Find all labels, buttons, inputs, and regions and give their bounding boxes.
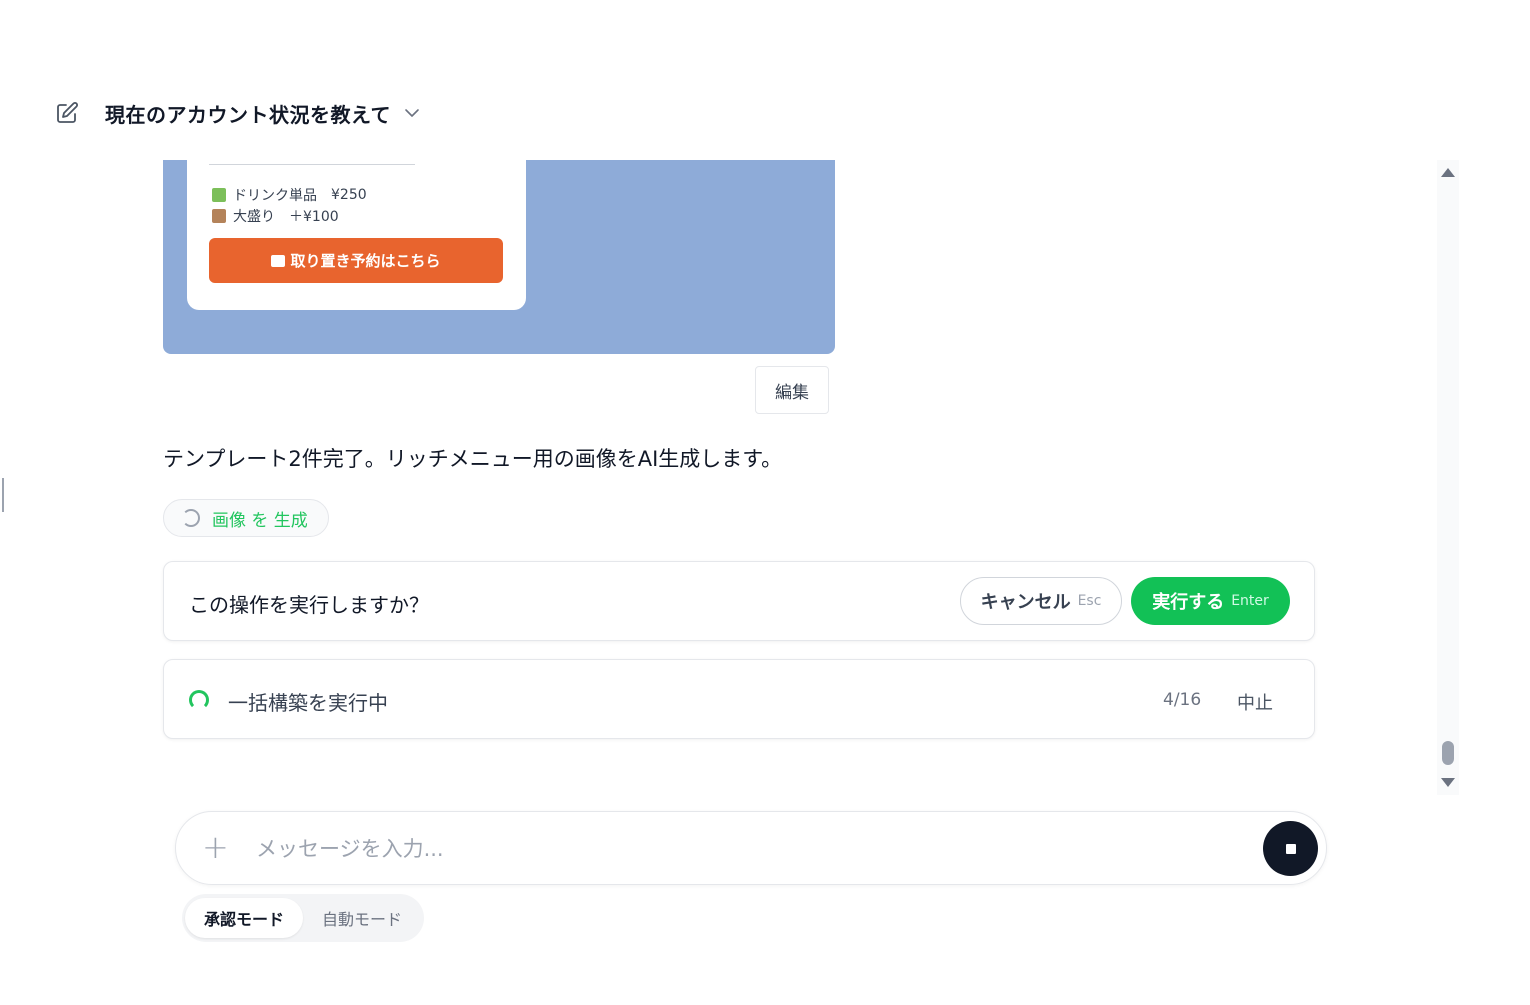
reserve-button: 取り置き予約はこちら [209,238,503,283]
chat-scroll-area: ¥... ドリンク単品 ¥250 大盛り ＋¥100 取り置き予約はこちら 編集… [0,160,1436,795]
cancel-shortcut-hint: Esc [1077,593,1102,609]
assistant-message: テンプレート2件完了。リッチメニュー用の画像をAI生成します。 [163,447,783,471]
chat-header: 現在のアカウント状況を教えて [55,98,421,128]
menu-item-label: 大盛り [233,209,275,225]
approval-mode-tab[interactable]: 承認モード [185,898,303,938]
box-icon [212,209,226,223]
reserve-button-label: 取り置き予約はこちら [290,252,441,270]
menu-item-price: ＋¥100 [289,209,339,225]
stop-generation-button[interactable] [1263,821,1318,876]
edit-icon[interactable] [55,101,79,125]
bulk-build-progress: 一括構築を実行中 4/16 中止 [163,659,1315,739]
tool-call-label: 画像 を 生成 [212,510,308,531]
bag-icon [271,254,286,267]
edit-button[interactable]: 編集 [755,366,829,414]
card-divider [209,164,415,165]
message-input[interactable] [256,830,1236,868]
spinner-icon [182,509,200,527]
abort-button[interactable]: 中止 [1237,689,1273,715]
menu-item-label: ドリンク単品 [233,188,317,204]
mode-toggle: 承認モード 自動モード [182,894,424,942]
scroll-up-arrow-icon[interactable] [1441,168,1455,177]
auto-mode-tab[interactable]: 自動モード [304,898,420,938]
menu-item-price: ¥250 [331,187,367,203]
cancel-button[interactable]: キャンセル Esc [960,577,1122,625]
tool-call-chip[interactable]: 画像 を 生成 [163,499,329,537]
cancel-button-label: キャンセル [980,592,1071,613]
progress-count: 4/16 [1163,690,1202,710]
drink-icon [212,188,226,202]
scroll-down-arrow-icon[interactable] [1441,778,1455,787]
confirm-question: この操作を実行しますか？ [189,593,429,617]
rich-menu-preview-image: ¥... ドリンク単品 ¥250 大盛り ＋¥100 取り置き予約はこちら [163,160,835,354]
scroll-thumb[interactable] [1442,741,1454,765]
menu-item: 大盛り ＋¥100 [212,206,339,226]
spinner-icon [189,690,209,710]
scrollbar[interactable] [1437,160,1459,795]
chat-title[interactable]: 現在のアカウント状況を教えて [105,99,391,128]
menu-card: ¥... ドリンク単品 ¥250 大盛り ＋¥100 取り置き予約はこちら [187,160,526,310]
message-composer: + [175,811,1327,885]
stop-icon [1285,843,1296,854]
progress-label: 一括構築を実行中 [228,691,388,715]
run-button-label: 実行する [1152,592,1225,613]
menu-item: ドリンク単品 ¥250 [212,185,367,205]
run-button[interactable]: 実行する Enter [1131,577,1290,625]
run-shortcut-hint: Enter [1231,593,1269,609]
plus-icon[interactable]: + [202,830,229,864]
confirm-dialog: この操作を実行しますか？ キャンセル Esc 実行する Enter [163,561,1315,641]
chevron-down-icon[interactable] [403,104,421,122]
